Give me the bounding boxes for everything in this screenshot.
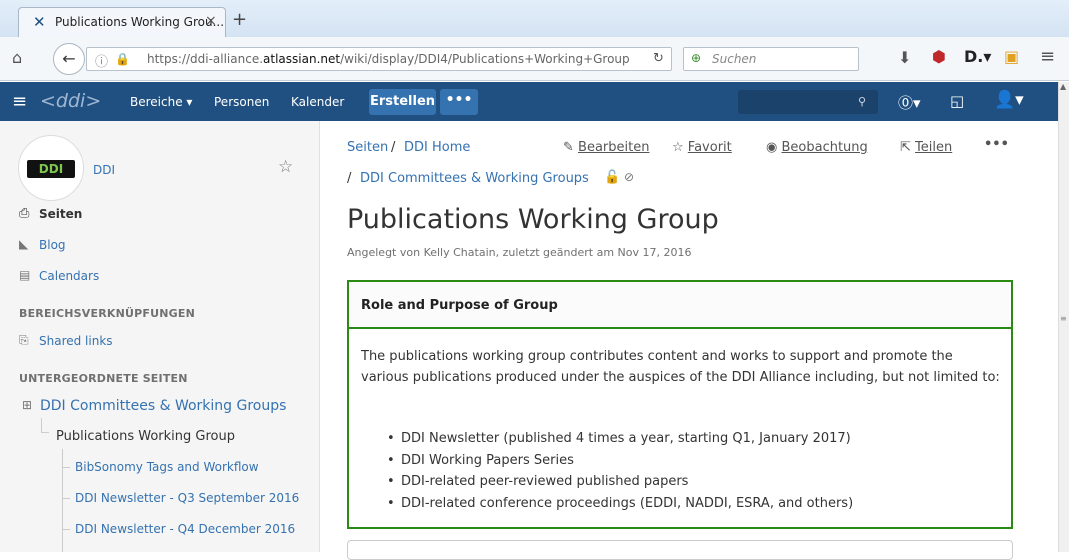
reload-icon[interactable]: ↻	[653, 51, 664, 66]
tree-connector	[62, 449, 63, 552]
lock-icon: 🔒	[115, 52, 130, 66]
space-sidebar: DDI DDI ☆ ⎙ Seiten ◣ Blog ▤ Calendars BE…	[0, 121, 320, 552]
calendar-icon: ▤	[19, 268, 31, 282]
ddi-logo[interactable]: <ddi>	[40, 90, 101, 112]
watch-button[interactable]: ◉ Beobachtung	[766, 140, 868, 155]
breadcrumb-pages[interactable]: Seiten	[347, 140, 388, 155]
blog-icon: ◣	[19, 237, 29, 251]
page-title: Publications Working Group	[347, 204, 719, 235]
sidebar-item-blog[interactable]: Blog	[39, 238, 66, 252]
favorite-button[interactable]: ☆ Favorit	[672, 140, 732, 155]
space-avatar[interactable]: DDI	[18, 135, 84, 201]
nav-spaces[interactable]: Bereiche ▾	[130, 95, 192, 109]
eye-icon: ◉	[766, 140, 782, 155]
scroll-grip-icon[interactable]: ≡	[1060, 314, 1067, 323]
panel-heading: Role and Purpose of Group	[361, 298, 558, 313]
info-icon[interactable]: ⓘ	[95, 51, 108, 70]
publications-list: DDI Newsletter (published 4 times a year…	[387, 428, 853, 514]
next-panel	[347, 540, 1013, 560]
space-logo-text: DDI	[27, 160, 75, 178]
sidebar-item-pages[interactable]: Seiten	[39, 207, 82, 221]
more-actions-button[interactable]: •••	[984, 137, 1009, 152]
breadcrumb-separator: /	[347, 171, 352, 186]
list-item: DDI-related peer-reviewed published pape…	[387, 471, 853, 493]
browser-tab[interactable]: ✕ Publications Working Grou... ×	[18, 7, 226, 38]
screenshot-extension-icon[interactable]: ▣	[1004, 47, 1019, 66]
tree-connector	[62, 529, 70, 530]
sidebar-item-calendars[interactable]: Calendars	[39, 269, 99, 283]
scroll-up-icon[interactable]: ▲	[1060, 82, 1066, 91]
shortcuts-heading: BEREICHSVERKNÜPFUNGEN	[19, 307, 195, 320]
attachment-icon[interactable]: ⊘	[624, 170, 634, 184]
create-more-button[interactable]: •••	[440, 89, 478, 115]
tree-current-page: Publications Working Group	[56, 429, 235, 444]
list-item: DDI Working Papers Series	[387, 450, 853, 472]
shared-links-icon: ⎘	[19, 333, 29, 347]
help-icon[interactable]: ⓪▾	[898, 92, 921, 113]
nav-calendar[interactable]: Kalender	[291, 95, 344, 109]
back-button[interactable]: ←	[53, 43, 85, 75]
pencil-icon: ✎	[563, 140, 579, 155]
search-placeholder: Suchen	[712, 52, 757, 66]
page-scrollbar[interactable]: ▲ ≡	[1058, 82, 1069, 552]
browser-navigation-bar: ⌂ ← ⓘ 🔒 https://ddi-alliance.atlassian.n…	[0, 37, 1069, 81]
tree-connector	[62, 467, 70, 468]
space-name[interactable]: DDI	[93, 163, 115, 177]
extension-d-icon[interactable]: D.▾	[964, 47, 991, 66]
breadcrumb-home[interactable]: DDI Home	[404, 140, 470, 155]
url-bar[interactable]: ⓘ 🔒 https://ddi-alliance.atlassian.net/w…	[86, 47, 672, 71]
tree-child-link[interactable]: BibSonomy Tags and Workflow	[75, 460, 259, 474]
tab-title: Publications Working Grou...	[55, 15, 225, 29]
menu-icon[interactable]: ≡	[1040, 46, 1055, 67]
nav-people[interactable]: Personen	[214, 95, 269, 109]
tree-child-link[interactable]: DDI Newsletter - Q3 September 2016	[75, 491, 299, 505]
star-icon[interactable]: ☆	[278, 157, 293, 177]
tree-connector	[62, 498, 70, 499]
share-icon: ⇱	[900, 140, 916, 155]
tree-icon: ⊞	[22, 398, 33, 412]
notifications-icon[interactable]: ◱	[950, 92, 964, 110]
role-purpose-panel: Role and Purpose of Group The publicatio…	[347, 280, 1013, 529]
sidebar-item-shared-links[interactable]: Shared links	[39, 334, 113, 348]
panel-header: Role and Purpose of Group	[349, 282, 1011, 329]
breadcrumb-committees[interactable]: DDI Committees & Working Groups	[360, 171, 589, 186]
browser-search-field[interactable]: ⊕ Suchen	[683, 47, 859, 71]
tree-parent-link[interactable]: DDI Committees & Working Groups	[40, 398, 286, 414]
tree-connector	[41, 418, 42, 432]
user-avatar-icon[interactable]: 👤▾	[994, 90, 1024, 110]
panel-body-text: The publications working group contribut…	[361, 349, 1000, 385]
share-button[interactable]: ⇱ Teilen	[900, 140, 952, 155]
url-text: https://ddi-alliance.atlassian.net/wiki/…	[147, 52, 630, 66]
star-icon: ☆	[672, 140, 688, 155]
download-icon[interactable]: ⬇	[898, 48, 911, 67]
header-search-input[interactable]: ⚲	[738, 90, 878, 114]
page-byline: Angelegt von Kelly Chatain, zuletzt geän…	[347, 246, 692, 259]
tree-child-link[interactable]: DDI Newsletter - Q4 December 2016	[75, 522, 295, 536]
tree-connector	[41, 432, 49, 433]
child-pages-heading: UNTERGEORDNETE SEITEN	[19, 372, 188, 385]
confluence-favicon-icon: ✕	[33, 13, 46, 31]
unlock-icon[interactable]: 🔓	[604, 170, 620, 185]
browser-tab-strip: ✕ Publications Working Grou... × +	[0, 0, 1069, 38]
ublock-icon[interactable]: ⬢	[932, 47, 946, 66]
app-switcher-icon[interactable]: ≡	[12, 91, 27, 112]
app-header: ≡ <ddi> Bereiche ▾ Personen Kalender Ers…	[0, 82, 1058, 121]
search-icon: ⚲	[858, 95, 867, 108]
list-item: DDI Newsletter (published 4 times a year…	[387, 428, 853, 450]
pages-icon: ⎙	[19, 206, 30, 221]
tab-close-icon[interactable]: ×	[205, 13, 217, 29]
search-engine-icon[interactable]: ⊕	[691, 51, 701, 65]
new-tab-button[interactable]: +	[232, 9, 247, 30]
home-icon[interactable]: ⌂	[12, 48, 22, 67]
list-item: DDI-related conference proceedings (EDDI…	[387, 493, 853, 515]
breadcrumb-separator: /	[391, 140, 396, 155]
create-button[interactable]: Erstellen	[369, 89, 436, 115]
edit-button[interactable]: ✎ Bearbeiten	[563, 140, 649, 155]
